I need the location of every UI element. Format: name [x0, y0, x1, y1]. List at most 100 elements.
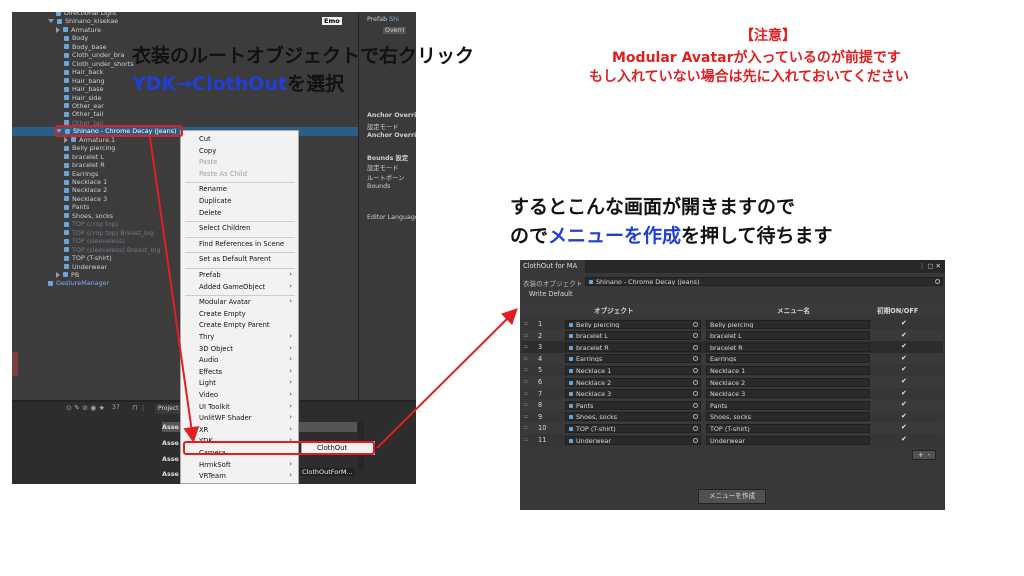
step1-instruction: 衣装のルートオブジェクトで右クリック [132, 45, 475, 67]
arrow-to-window [376, 308, 518, 449]
object-field-label: Earrings [576, 355, 603, 364]
menu-name-input[interactable]: Necklace 2 [706, 377, 870, 387]
object-field[interactable]: Belly piercing [565, 319, 701, 329]
note-line2: もし入れていない場合は先に入れておいてください [589, 69, 909, 85]
menu-name-input[interactable]: bracelet R [706, 342, 870, 352]
row-index: 4 [538, 354, 543, 363]
row-index: 3 [538, 343, 543, 352]
drag-handle-icon[interactable]: = [523, 413, 529, 421]
prefab-icon [569, 345, 573, 350]
default-on-checkbox[interactable]: ✔ [901, 365, 907, 373]
object-field-label: bracelet R [576, 343, 609, 352]
row-index: 11 [538, 436, 547, 444]
object-field-label: Belly piercing [576, 320, 620, 329]
step1-instruction-line2: YDK→ClothOutを選択 [132, 73, 345, 95]
default-on-checkbox[interactable]: ✔ [901, 342, 907, 350]
column-default-onoff: 初期ON/OFF [877, 307, 919, 315]
object-field[interactable]: Necklace 3 [565, 389, 701, 399]
clothout-window: ClothOut for MA ⋮ ▢ ✕ 衣装のオブジェクト Shinano … [520, 260, 945, 510]
object-field[interactable]: bracelet R [565, 342, 701, 352]
object-picker-icon[interactable] [693, 402, 698, 408]
drag-handle-icon[interactable]: = [523, 320, 529, 328]
drag-handle-icon[interactable]: = [523, 378, 529, 386]
object-field-label: Shoes, socks [576, 413, 618, 422]
row-index: 7 [538, 389, 543, 398]
drag-handle-icon[interactable]: = [523, 424, 529, 432]
note-line1: Modular Avatarが入っているのが前提です [612, 50, 901, 66]
drag-handle-icon[interactable]: = [523, 332, 529, 340]
arrow-to-ydk [149, 136, 200, 443]
menu-name-input[interactable]: Necklace 1 [706, 365, 870, 375]
default-on-checkbox[interactable]: ✔ [901, 389, 907, 397]
drag-handle-icon[interactable]: = [523, 343, 529, 351]
add-remove-buttons[interactable]: + - [912, 450, 936, 460]
menu-name-input[interactable]: Underwear [706, 435, 870, 445]
object-picker-icon[interactable] [693, 414, 698, 420]
prefab-icon [589, 280, 593, 284]
row-index: 1 [538, 320, 543, 328]
object-picker-icon[interactable] [693, 367, 698, 373]
note-title: 【注意】 [740, 28, 796, 44]
prefab-icon [569, 334, 573, 339]
object-field-label: Underwear [576, 436, 612, 445]
drag-handle-icon[interactable]: = [523, 436, 529, 444]
row-index: 5 [538, 366, 543, 375]
object-picker-icon[interactable] [935, 279, 940, 284]
object-field[interactable]: Pants [565, 400, 701, 410]
default-on-checkbox[interactable]: ✔ [901, 331, 907, 339]
default-on-checkbox[interactable]: ✔ [901, 423, 907, 431]
object-field[interactable]: Underwear [565, 435, 701, 445]
object-field-label: Pants [576, 401, 594, 410]
object-picker-icon[interactable] [693, 391, 698, 397]
object-picker-icon[interactable] [693, 333, 698, 339]
default-on-checkbox[interactable]: ✔ [901, 412, 907, 420]
menu-name-input[interactable]: bracelet L [706, 331, 870, 341]
drag-handle-icon[interactable]: = [523, 366, 529, 374]
object-picker-icon[interactable] [693, 321, 698, 327]
object-field[interactable]: Necklace 1 [565, 365, 701, 375]
menu-name-input[interactable]: Belly piercing [706, 319, 870, 329]
create-menu-button[interactable]: メニューを作成 [698, 489, 766, 504]
prefab-icon [569, 403, 573, 408]
default-on-checkbox[interactable]: ✔ [901, 354, 907, 362]
object-field[interactable]: bracelet L [565, 331, 701, 341]
object-picker-icon[interactable] [693, 437, 698, 443]
row-index: 2 [538, 331, 543, 340]
target-object-field[interactable]: Shinano - Chrome Decay (Jeans) [585, 277, 943, 286]
target-label: 衣装のオブジェクト [523, 280, 583, 288]
object-picker-icon[interactable] [693, 379, 698, 385]
object-field-label: Necklace 3 [576, 390, 612, 399]
row-index: 10 [538, 424, 547, 433]
drag-handle-icon[interactable]: = [523, 401, 529, 409]
default-on-checkbox[interactable]: ✔ [901, 319, 907, 327]
drag-handle-icon[interactable]: = [523, 390, 529, 398]
object-field[interactable]: Necklace 2 [565, 377, 701, 387]
prefab-icon [569, 357, 573, 362]
row-index: 6 [538, 378, 543, 386]
prefab-icon [569, 368, 573, 373]
object-field[interactable]: Earrings [565, 354, 701, 364]
window-controls-icon[interactable]: ⋮ ▢ ✕ [919, 260, 941, 273]
object-field-label: Necklace 2 [576, 378, 612, 387]
step2-instruction-line2: のでメニューを作成を押して待ちます [510, 225, 833, 247]
menu-name-input[interactable]: Shoes, socks [706, 412, 870, 422]
prefab-icon [569, 426, 573, 431]
row-index: 8 [538, 401, 543, 410]
menu-name-input[interactable]: Pants [706, 400, 870, 410]
default-on-checkbox[interactable]: ✔ [901, 435, 907, 443]
object-picker-icon[interactable] [693, 344, 698, 350]
write-default-label[interactable]: Write Default [529, 290, 573, 298]
prefab-icon [569, 438, 573, 443]
object-field[interactable]: Shoes, socks [565, 412, 701, 422]
default-on-checkbox[interactable]: ✔ [901, 377, 907, 385]
object-picker-icon[interactable] [693, 356, 698, 362]
menu-name-input[interactable]: Earrings [706, 354, 870, 364]
column-menu-name: メニュー名 [777, 307, 810, 315]
default-on-checkbox[interactable]: ✔ [901, 400, 907, 408]
window-tab[interactable]: ClothOut for MA [520, 260, 586, 273]
object-field[interactable]: TOP (T-shirt) [565, 423, 701, 433]
menu-name-input[interactable]: Necklace 3 [706, 389, 870, 399]
menu-name-input[interactable]: TOP (T-shirt) [706, 423, 870, 433]
object-picker-icon[interactable] [693, 425, 698, 431]
drag-handle-icon[interactable]: = [523, 355, 529, 363]
